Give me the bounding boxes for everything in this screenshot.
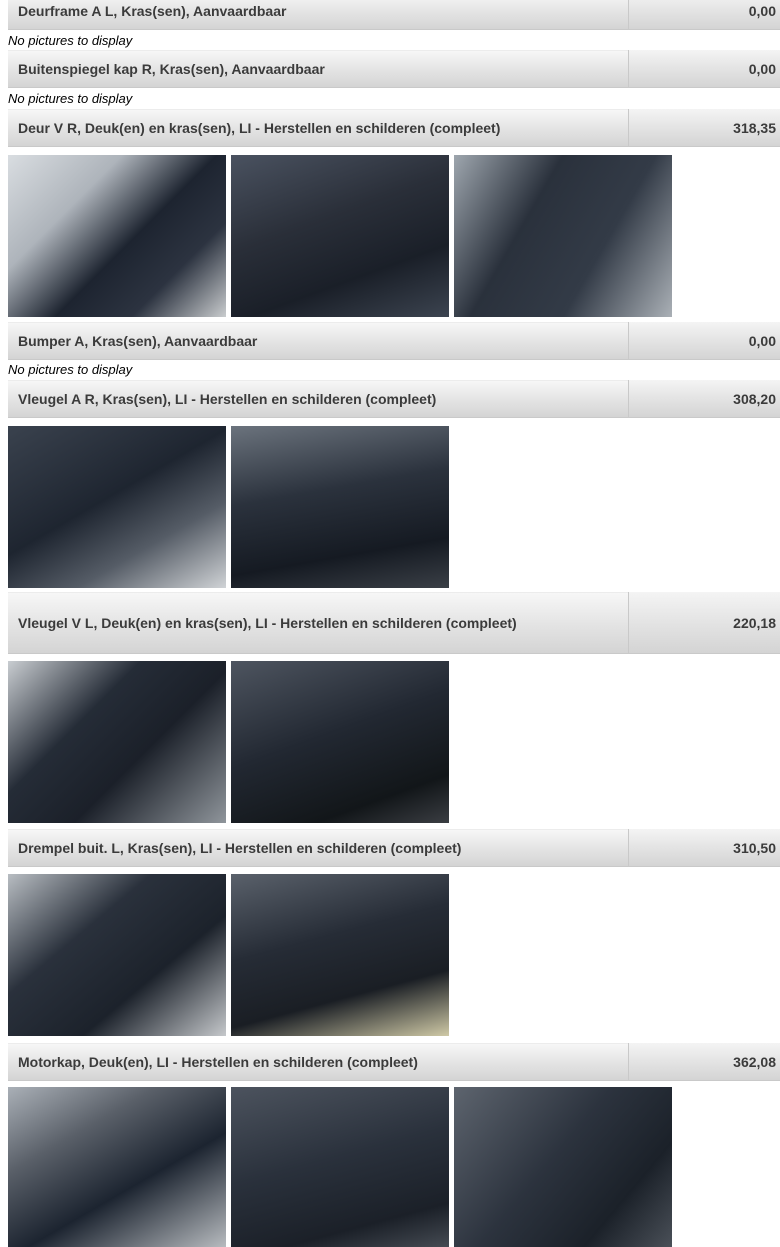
damage-row: Buitenspiegel kap R, Kras(sen), Aanvaard… [8, 50, 780, 88]
no-pictures-message: No pictures to display [8, 91, 133, 106]
damage-photo[interactable] [8, 661, 226, 823]
damage-row: Vleugel V L, Deuk(en) en kras(sen), LI -… [8, 592, 780, 654]
damage-row: Bumper A, Kras(sen), Aanvaardbaar 0,00 [8, 322, 780, 360]
damage-price: 220,18 [628, 592, 780, 654]
damage-photo[interactable] [8, 874, 226, 1036]
damage-description: Deurframe A L, Kras(sen), Aanvaardbaar [8, 0, 628, 30]
no-pictures-message: No pictures to display [8, 362, 133, 377]
damage-price: 362,08 [628, 1043, 780, 1081]
damage-description: Bumper A, Kras(sen), Aanvaardbaar [8, 322, 628, 360]
damage-photo[interactable] [231, 1087, 449, 1247]
damage-row: Vleugel A R, Kras(sen), LI - Herstellen … [8, 380, 780, 418]
damage-row: Drempel buit. L, Kras(sen), LI - Herstel… [8, 829, 780, 867]
damage-photo[interactable] [454, 155, 672, 317]
damage-description: Drempel buit. L, Kras(sen), LI - Herstel… [8, 829, 628, 867]
damage-photo[interactable] [8, 1087, 226, 1247]
no-pictures-message: No pictures to display [8, 33, 133, 48]
damage-row: Deurframe A L, Kras(sen), Aanvaardbaar 0… [8, 0, 780, 30]
damage-description: Vleugel V L, Deuk(en) en kras(sen), LI -… [8, 592, 628, 654]
damage-photo[interactable] [231, 661, 449, 823]
damage-description: Vleugel A R, Kras(sen), LI - Herstellen … [8, 380, 628, 418]
damage-description: Motorkap, Deuk(en), LI - Herstellen en s… [8, 1043, 628, 1081]
damage-photo[interactable] [454, 1087, 672, 1247]
damage-description: Buitenspiegel kap R, Kras(sen), Aanvaard… [8, 50, 628, 88]
damage-description: Deur V R, Deuk(en) en kras(sen), LI - He… [8, 109, 628, 147]
damage-photo[interactable] [231, 155, 449, 317]
damage-price: 0,00 [628, 50, 780, 88]
damage-photo[interactable] [231, 874, 449, 1036]
damage-row: Motorkap, Deuk(en), LI - Herstellen en s… [8, 1043, 780, 1081]
damage-row: Deur V R, Deuk(en) en kras(sen), LI - He… [8, 109, 780, 147]
damage-photo[interactable] [231, 426, 449, 588]
damage-price: 0,00 [628, 0, 780, 30]
damage-price: 310,50 [628, 829, 780, 867]
damage-price: 308,20 [628, 380, 780, 418]
damage-photo[interactable] [8, 426, 226, 588]
damage-photo[interactable] [8, 155, 226, 317]
damage-price: 0,00 [628, 322, 780, 360]
damage-price: 318,35 [628, 109, 780, 147]
